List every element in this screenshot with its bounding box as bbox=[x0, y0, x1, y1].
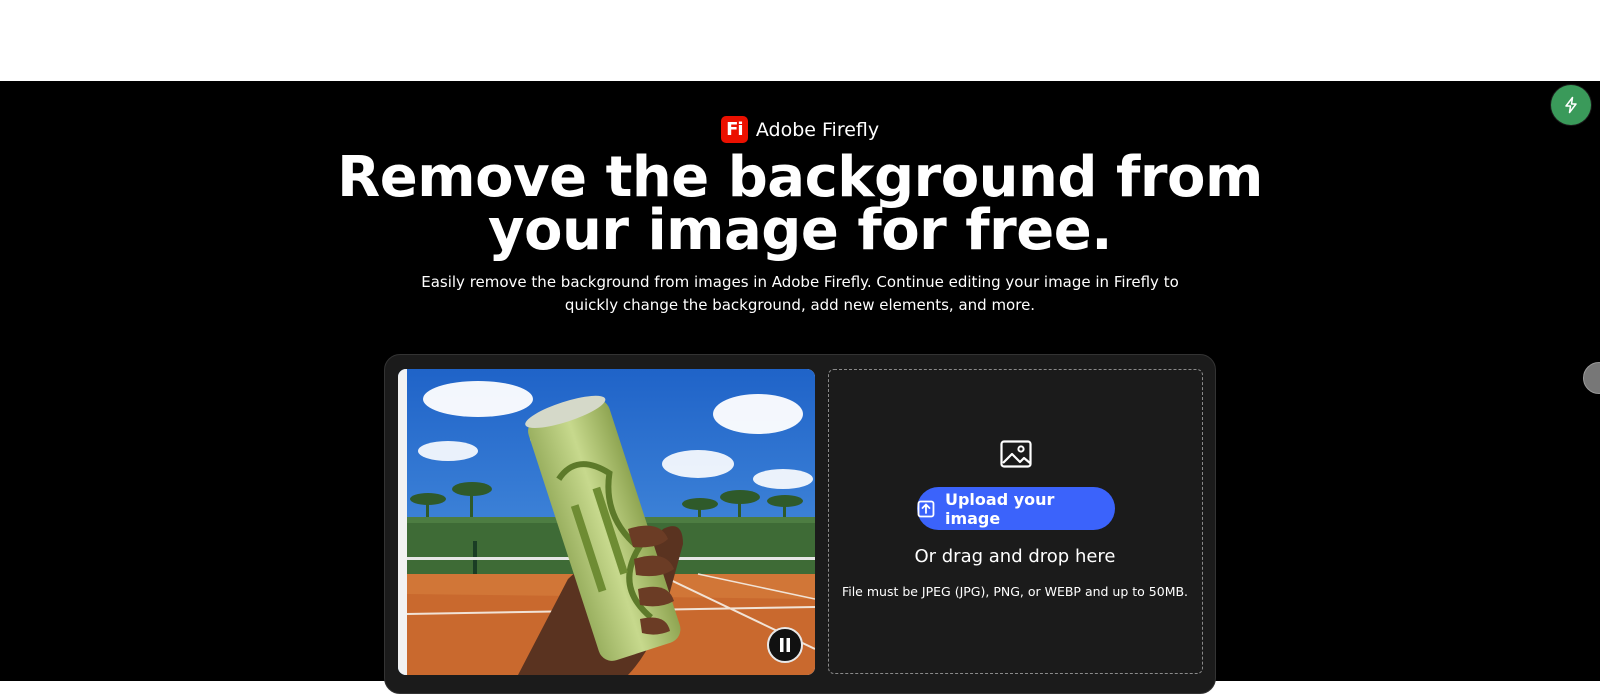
firefly-logo-icon: Fi bbox=[720, 116, 748, 143]
upload-icon bbox=[917, 500, 935, 517]
hero-section: Fi Adobe Firefly Remove the background f… bbox=[0, 81, 1600, 694]
pause-icon bbox=[780, 638, 790, 652]
page-subtitle: Easily remove the background from images… bbox=[421, 273, 1179, 314]
upload-image-button[interactable]: Upload your image bbox=[917, 487, 1115, 530]
pause-button[interactable] bbox=[767, 627, 803, 663]
avatar-icon[interactable] bbox=[1583, 362, 1600, 394]
upload-button-label: Upload your image bbox=[944, 489, 1055, 528]
image-icon bbox=[1000, 440, 1032, 468]
brand: Fi Adobe Firefly bbox=[0, 116, 1600, 143]
top-bar bbox=[0, 0, 1600, 81]
demo-media bbox=[398, 369, 815, 675]
quick-action-button[interactable] bbox=[1551, 85, 1591, 125]
demo-image bbox=[398, 369, 815, 675]
upload-panel: Upload your image Or drag and drop here … bbox=[384, 354, 1216, 694]
page-title: Remove the background from your image fo… bbox=[337, 145, 1263, 263]
file-requirements: File must be JPEG (JPG), PNG, or WEBP an… bbox=[841, 584, 1189, 599]
drop-zone[interactable]: Upload your image Or drag and drop here … bbox=[828, 369, 1203, 674]
drag-drop-text: Or drag and drop here bbox=[914, 546, 1116, 567]
brand-name: Adobe Firefly bbox=[755, 118, 880, 141]
bolt-icon bbox=[1565, 96, 1577, 114]
